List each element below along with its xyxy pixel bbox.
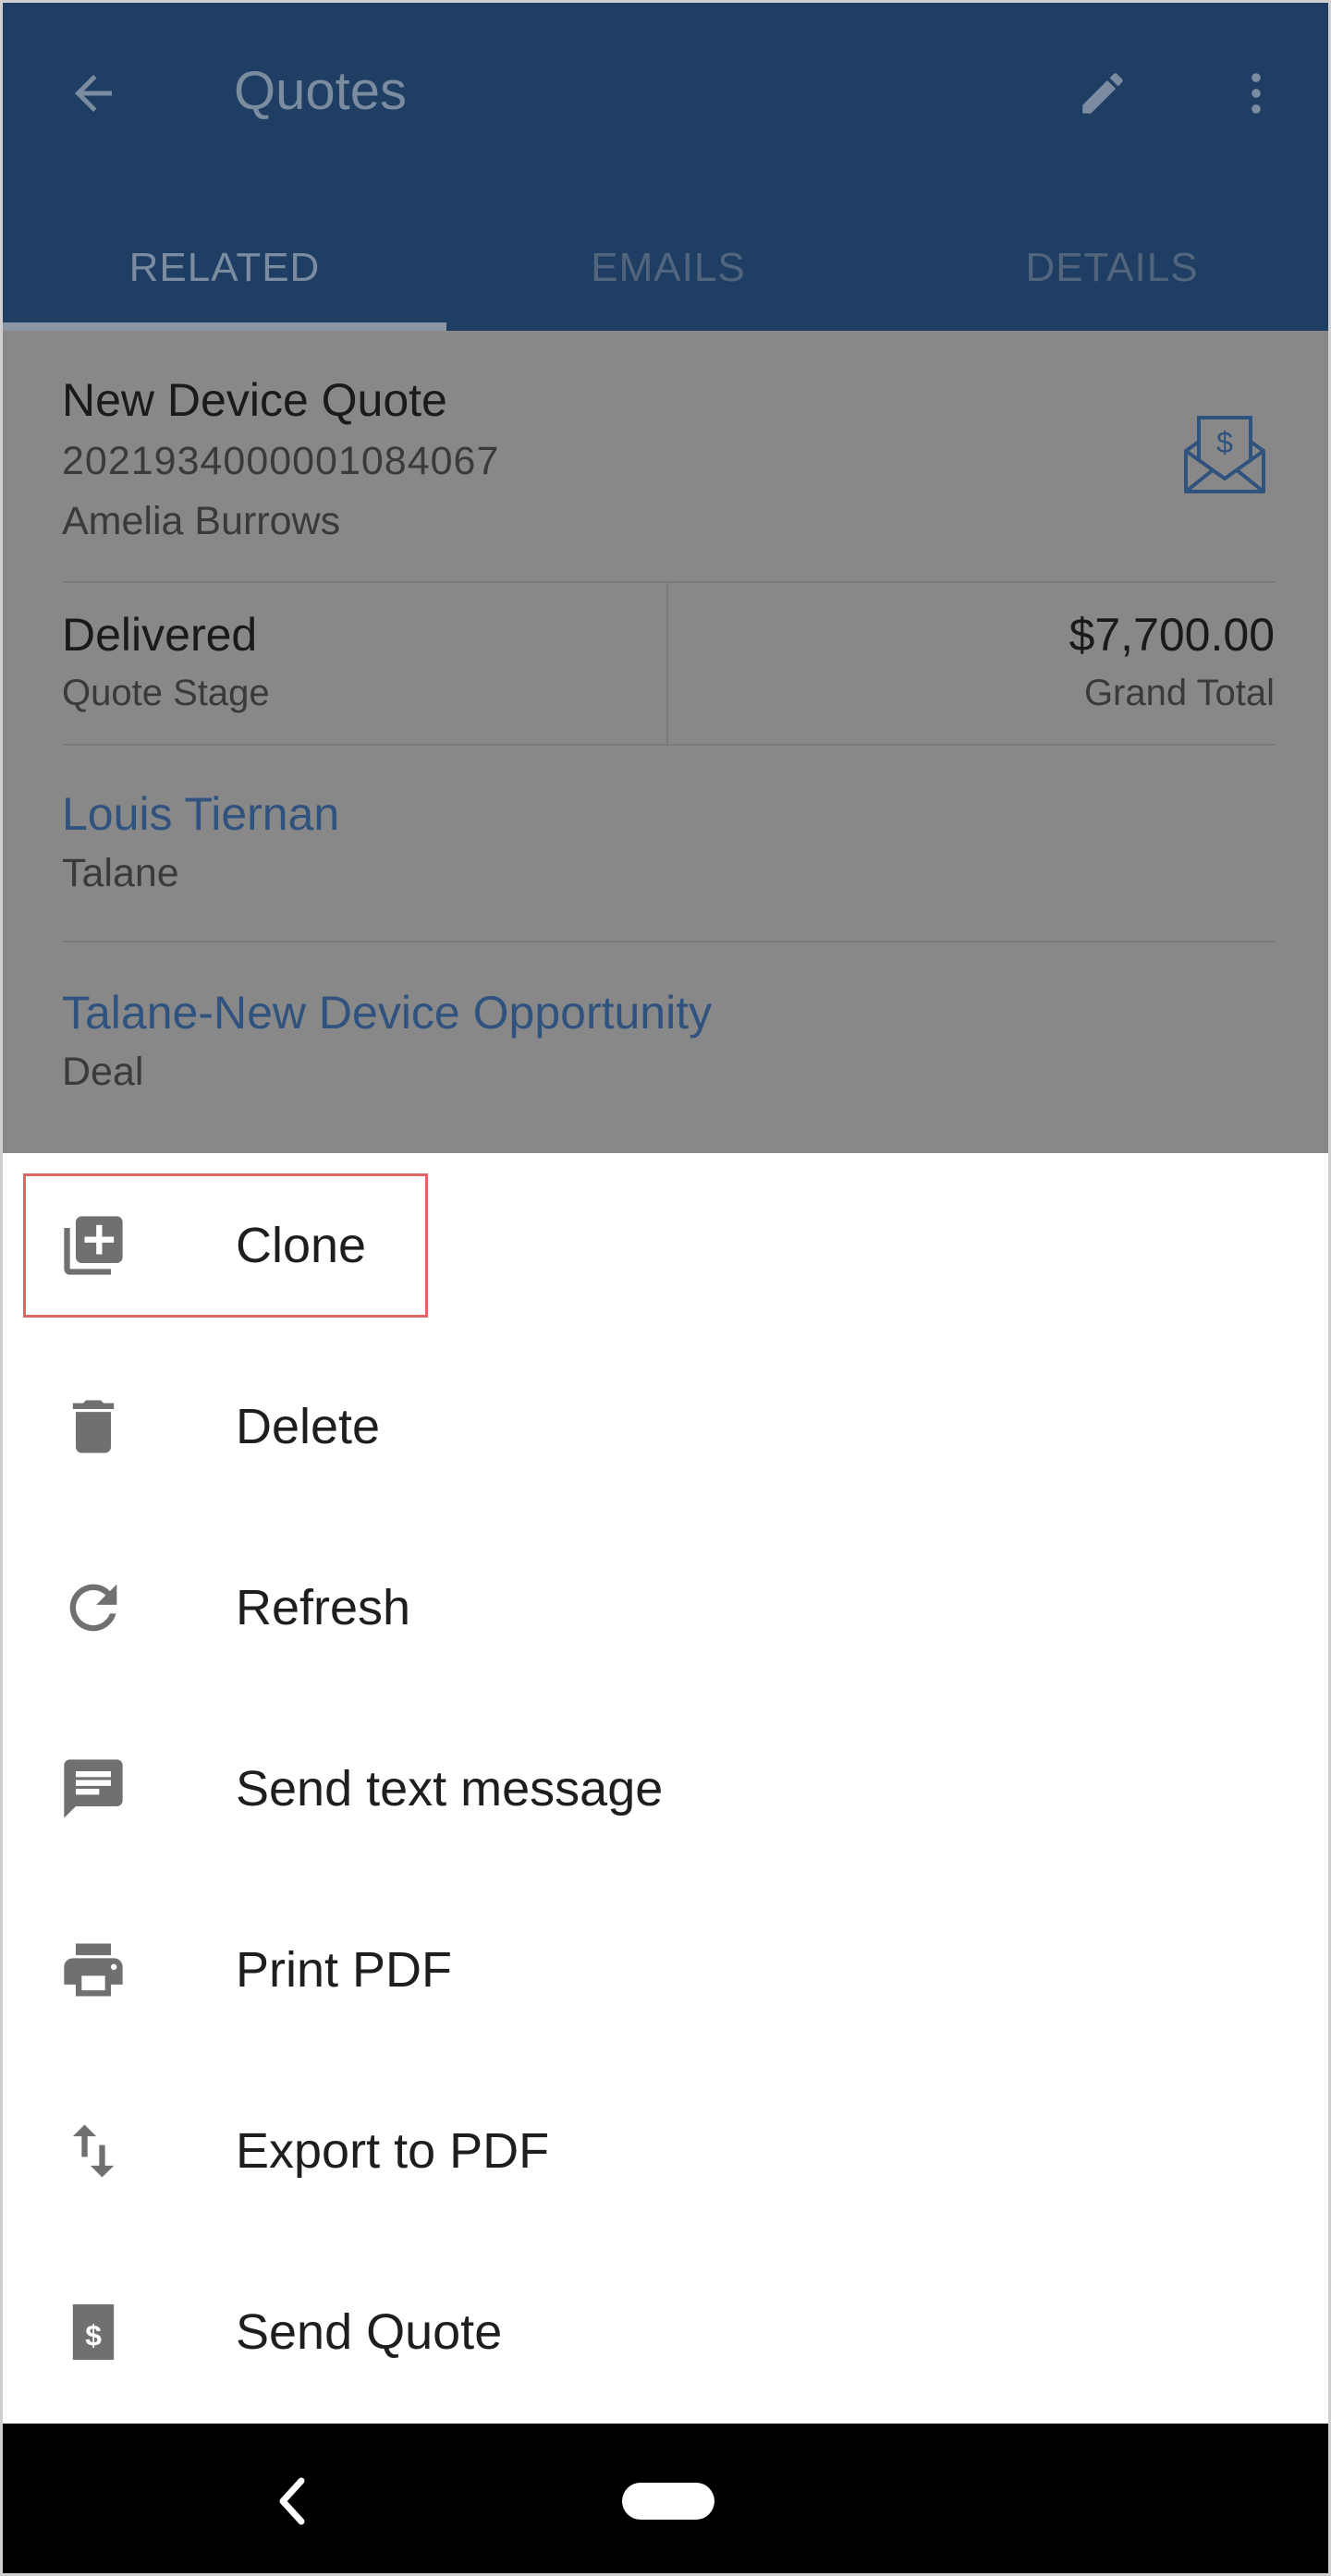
menu-item-label: Export to PDF: [236, 2123, 550, 2179]
contact-link[interactable]: Louis Tiernan: [62, 787, 339, 841]
menu-item-label: Refresh: [236, 1580, 411, 1635]
deal-label: Deal: [62, 1050, 144, 1094]
pencil-icon: [1082, 73, 1123, 114]
more-vertical-icon: [1252, 73, 1261, 114]
record-owner: Amelia Burrows: [62, 499, 341, 543]
message-icon: [58, 1754, 128, 1824]
svg-text:$: $: [85, 2318, 102, 2351]
arrow-left-icon: [75, 75, 112, 112]
menu-item-label: Delete: [236, 1399, 381, 1454]
screen: Quotes RELATED EMAILS DETAILS New Device…: [0, 0, 1331, 2576]
page-title: Quotes: [234, 61, 407, 121]
menu-item-print-pdf[interactable]: Print PDF: [3, 1879, 1328, 2060]
send-quote-envelope-icon[interactable]: $: [1182, 414, 1267, 495]
contact-account: Talane: [62, 851, 179, 895]
quote-stage-value: Delivered: [62, 609, 258, 661]
svg-text:$: $: [1216, 426, 1233, 459]
dollar-document-icon: $: [58, 2297, 128, 2367]
system-nav-bar: [3, 2424, 1328, 2573]
quote-stage-label: Quote Stage: [62, 673, 270, 713]
grand-total-value: $7,700.00: [1068, 609, 1275, 661]
menu-item-export-to-pdf[interactable]: Export to PDF: [3, 2060, 1328, 2242]
chevron-left-icon: [279, 2477, 305, 2525]
menu-item-label: Print PDF: [236, 1942, 453, 1998]
record-number: 2021934000001084067: [62, 439, 500, 483]
trash-icon: [58, 1391, 128, 1462]
divider: [62, 581, 1275, 583]
printer-icon: [58, 1935, 128, 2005]
grand-total-label: Grand Total: [1083, 673, 1275, 713]
swap-vertical-icon: [58, 2116, 128, 2186]
highlight-box: [23, 1173, 428, 1318]
menu-item-label: Send text message: [236, 1761, 664, 1817]
menu-item-send-text-message[interactable]: Send text message: [3, 1698, 1328, 1879]
tab-bar: RELATED EMAILS DETAILS: [3, 204, 1328, 331]
record-name: New Device Quote: [62, 374, 447, 426]
menu-item-refresh[interactable]: Refresh: [3, 1517, 1328, 1698]
more-options-button[interactable]: [1219, 56, 1293, 130]
divider: [62, 744, 1275, 746]
actions-bottom-sheet: Clone Delete Refresh Send text message P…: [3, 1155, 1328, 2424]
refresh-icon: [58, 1573, 128, 1643]
divider: [62, 941, 1275, 942]
menu-item-delete[interactable]: Delete: [3, 1336, 1328, 1517]
record-summary: New Device Quote 2021934000001084067 Ame…: [3, 331, 1328, 1153]
nav-back-button[interactable]: [262, 2464, 323, 2538]
column-divider: [666, 581, 668, 744]
deal-link[interactable]: Talane-New Device Opportunity: [62, 986, 712, 1039]
tab-emails[interactable]: EMAILS: [446, 204, 890, 331]
tab-details[interactable]: DETAILS: [890, 204, 1328, 331]
nav-home-pill[interactable]: [622, 2483, 714, 2520]
edit-button[interactable]: [1066, 56, 1140, 130]
menu-item-send-quote[interactable]: $ Send Quote: [3, 2242, 1328, 2423]
app-bar: Quotes RELATED EMAILS DETAILS: [3, 3, 1328, 331]
back-button[interactable]: [56, 56, 130, 130]
tab-related[interactable]: RELATED: [3, 204, 446, 331]
menu-item-label: Send Quote: [236, 2304, 503, 2360]
